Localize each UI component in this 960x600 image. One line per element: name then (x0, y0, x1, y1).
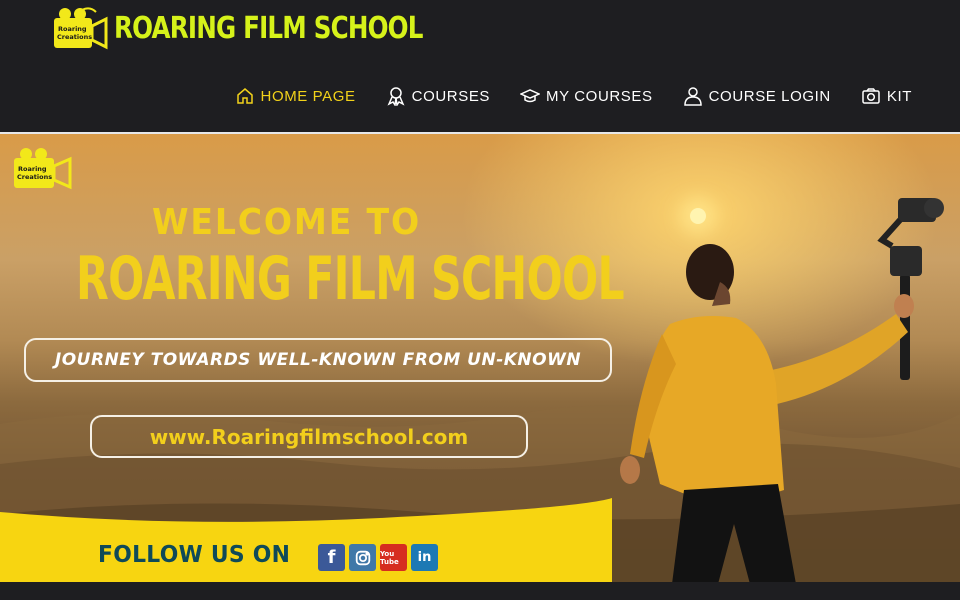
banner-badge-line-2: Creations (17, 173, 52, 181)
tagline-box: JOURNEY TOWARDS WELL-KNOWN FROM UN-KNOWN (24, 338, 612, 382)
nav-home-page-label: HOME PAGE (260, 87, 356, 105)
nav-my-courses[interactable]: MY COURSES (520, 86, 653, 106)
filmmaker-image (620, 198, 944, 582)
logo-badge-line-1: Roaring (58, 25, 87, 33)
nav-courses[interactable]: COURSES (386, 86, 490, 106)
tagline-text: JOURNEY TOWARDS WELL-KNOWN FROM UN-KNOWN (54, 350, 582, 370)
social-links: f You Tube in (318, 544, 438, 571)
banner-badge-line-1: Roaring (18, 165, 47, 173)
user-icon (683, 87, 702, 106)
follow-band (0, 498, 612, 582)
banner-title: ROARING FILM SCHOOL (76, 244, 625, 314)
camera-logo-icon: Roaring Creations (54, 7, 108, 50)
nav-courses-label: COURSES (411, 87, 491, 105)
facebook-icon[interactable]: f (318, 544, 345, 571)
banner-camera-logo-icon: Roaring Creations (14, 148, 72, 190)
main-nav: HOME PAGE COURSES MY COURSES COURSE LOGI… (235, 86, 912, 106)
nav-course-login-label: COURSE LOGIN (708, 87, 831, 105)
camera-icon (862, 88, 880, 104)
logo-badge-line-2: Creations (57, 33, 92, 41)
award-icon (387, 87, 405, 106)
site-title: ROARING FILM SCHOOL (114, 11, 423, 46)
site-header: Roaring Creations ROARING FILM SCHOOL HO… (0, 0, 960, 132)
nav-my-courses-label: MY COURSES (546, 87, 653, 105)
website-url: www.Roaringfilmschool.com (149, 424, 469, 449)
youtube-label: You Tube (380, 549, 399, 566)
linkedin-icon[interactable]: in (411, 544, 438, 571)
graduation-cap-icon (520, 89, 541, 103)
site-logo[interactable]: Roaring Creations ROARING FILM SCHOOL (52, 6, 490, 52)
instagram-icon[interactable] (349, 544, 376, 571)
youtube-icon[interactable]: You Tube (380, 544, 407, 571)
bottom-strip (0, 582, 960, 600)
home-icon (236, 88, 253, 104)
nav-home-page[interactable]: HOME PAGE (235, 86, 356, 106)
nav-course-login[interactable]: COURSE LOGIN (683, 86, 831, 106)
instagram-glyph-icon (355, 550, 370, 565)
nav-kit[interactable]: KIT (861, 86, 912, 106)
nav-kit-label: KIT (886, 87, 912, 105)
website-url-box[interactable]: www.Roaringfilmschool.com (90, 415, 528, 458)
facebook-label: f (327, 547, 336, 568)
linkedin-label: in (417, 550, 432, 565)
follow-us-label: FOLLOW US ON (98, 542, 291, 568)
welcome-heading: WELCOME TO (152, 202, 421, 243)
hero-banner: Roaring Creations WELCOME TO ROARING FIL… (0, 134, 960, 582)
